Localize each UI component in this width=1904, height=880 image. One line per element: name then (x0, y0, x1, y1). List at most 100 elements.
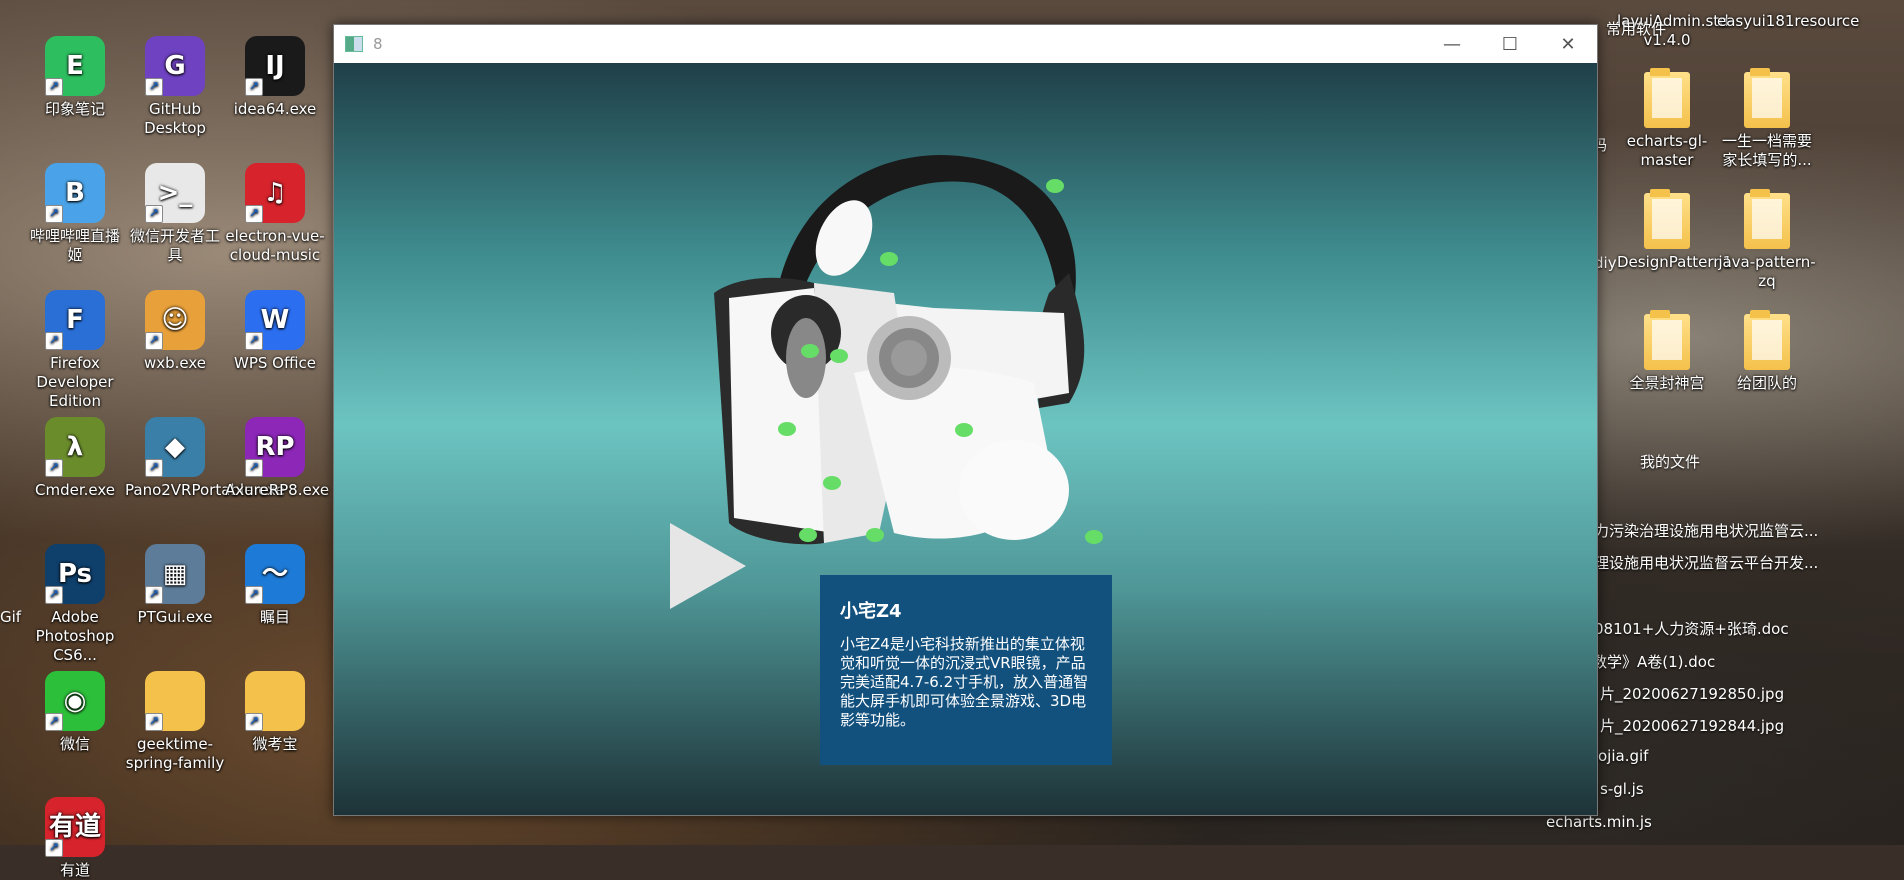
play-icon[interactable] (670, 523, 746, 609)
folder-icon: ↗ (145, 671, 205, 731)
desktop-icon-label: geektime-spring-family (125, 735, 225, 772)
shortcut-arrow-icon: ↗ (145, 205, 163, 223)
shortcut-arrow-icon: ↗ (245, 78, 263, 96)
file-list-item[interactable]: 理设施用电状况监督云平台开发... (1594, 552, 1818, 573)
hotspot-marker[interactable] (955, 423, 973, 437)
product-description: 小宅Z4是小宅科技新推出的集立体视觉和听觉一体的沉浸式VR眼镜，产品完美适配4.… (840, 635, 1089, 729)
desktop-icon[interactable]: ◆ ↗ Pano2VRPortable.exe (125, 417, 285, 500)
desktop-icon-label: AxureRP8.exe (225, 481, 330, 499)
file-list-item[interactable]: ojia.gif (1598, 747, 1648, 765)
hotspot-marker[interactable] (801, 344, 819, 358)
desktop-icon[interactable]: Ps ↗ Adobe Photoshop CS6... (25, 544, 125, 665)
desktop-icon[interactable]: F ↗ Firefox Developer Edition (25, 290, 125, 411)
desktop-icon[interactable]: 有道 ↗ 有道 (25, 797, 125, 880)
ptgui-icon: ▦ ↗ (145, 544, 205, 604)
desktop-icon[interactable]: ▦ ↗ PTGui.exe (125, 544, 225, 627)
file-list-item[interactable]: 08101+人力资源+张琦.doc (1594, 618, 1789, 639)
desktop-label-common[interactable]: 常用软件 (1606, 18, 1666, 39)
desktop-icon[interactable]: G ↗ GitHub Desktop (125, 36, 225, 138)
folder-icon (1744, 189, 1790, 249)
desktop-icon[interactable]: ↗ 微考宝 (225, 671, 325, 754)
minimize-button[interactable]: — (1423, 25, 1481, 63)
desktop-icon[interactable]: ♫ ↗ electron-vue-cloud-music (225, 163, 325, 265)
shortcut-arrow-icon: ↗ (145, 78, 163, 96)
shortcut-arrow-icon: ↗ (45, 713, 63, 731)
window-title: 8 (373, 35, 383, 53)
desktop-icon[interactable]: >_ ↗ 微信开发者工具 (125, 163, 225, 265)
desktop-label-my-files[interactable]: 我的文件 (1640, 451, 1700, 472)
wps-icon: W ↗ (245, 290, 305, 350)
desktop-icon[interactable]: ◉ ↗ 微信 (25, 671, 125, 754)
desktop-icon-label: 印象笔记 (44, 100, 105, 118)
wechat-icon: ◉ ↗ (45, 671, 105, 731)
desktop-icon-label: 瞩目 (259, 608, 290, 626)
pano2vr-icon: ◆ ↗ (145, 417, 205, 477)
product-info-panel: 小宅Z4 小宅Z4是小宅科技新推出的集立体视觉和听觉一体的沉浸式VR眼镜，产品完… (820, 575, 1112, 765)
desktop-icon[interactable]: λ ↗ Cmder.exe (25, 417, 125, 500)
file-list-item[interactable]: 片_20200627192850.jpg (1600, 683, 1784, 704)
hotspot-marker[interactable] (1085, 530, 1103, 544)
zhumu-icon: 〜 ↗ (245, 544, 305, 604)
axure-icon: RP ↗ (245, 417, 305, 477)
desktop-icon[interactable]: RP ↗ AxureRP8.exe (225, 417, 330, 500)
desktop-icon[interactable]: B ↗ 哔哩哔哩直播姬 (25, 163, 125, 265)
shortcut-arrow-icon: ↗ (145, 713, 163, 731)
maximize-button[interactable]: ☐ (1481, 25, 1539, 63)
intellij-icon: IJ ↗ (245, 36, 305, 96)
desktop-folder[interactable]: 一生一档需要家长填写的... (1717, 68, 1817, 170)
desktop-icon-label: wxb.exe (143, 354, 207, 372)
desktop-folder-label: easyui181resource (1717, 12, 1860, 30)
wechat-devtools-icon: >_ ↗ (145, 163, 205, 223)
vr-viewer-window: 8 — ☐ ✕ 小宅Z4 小宅Z4是小宅科技新推出的集立体视觉和听觉一体的沉浸式… (333, 24, 1598, 816)
shortcut-arrow-icon: ↗ (245, 713, 263, 731)
desktop-folder[interactable]: echarts-gl-master (1617, 68, 1717, 170)
desktop-icon-label: Firefox Developer Edition (36, 354, 114, 410)
desktop-label-gif[interactable]: Gif (0, 608, 21, 626)
desktop-icon[interactable]: 〜 ↗ 瞩目 (225, 544, 325, 627)
file-list-item[interactable]: 数学》A卷(1).doc (1592, 651, 1715, 672)
desktop-folder[interactable]: java-pattern-zq (1717, 189, 1817, 291)
close-button[interactable]: ✕ (1539, 25, 1597, 63)
desktop-icon-label: Cmder.exe (34, 481, 115, 499)
shortcut-arrow-icon: ↗ (45, 205, 63, 223)
desktop-icon[interactable]: ☺ ↗ wxb.exe (125, 290, 225, 373)
chrome-doc-icon: ↗ (245, 671, 305, 731)
3d-scene[interactable]: 小宅Z4 小宅Z4是小宅科技新推出的集立体视觉和听觉一体的沉浸式VR眼镜，产品完… (334, 63, 1597, 815)
product-title: 小宅Z4 (840, 601, 902, 622)
desktop-icon[interactable]: W ↗ WPS Office (225, 290, 325, 373)
desktop-folder-label: 给团队的 (1736, 374, 1797, 392)
folder-icon (1644, 310, 1690, 370)
desktop-icon[interactable]: IJ ↗ idea64.exe (225, 36, 325, 119)
shortcut-arrow-icon: ↗ (245, 459, 263, 477)
hotspot-marker[interactable] (1046, 179, 1064, 193)
desktop-icon[interactable]: ↗ geektime-spring-family (125, 671, 225, 773)
hotspot-marker[interactable] (880, 252, 898, 266)
desktop-folder-label: java-pattern-zq (1718, 253, 1816, 290)
window-titlebar[interactable]: 8 — ☐ ✕ (334, 25, 1597, 63)
shortcut-arrow-icon: ↗ (245, 205, 263, 223)
shortcut-arrow-icon: ↗ (145, 586, 163, 604)
hotspot-marker[interactable] (799, 528, 817, 542)
desktop-icon-label: GitHub Desktop (144, 100, 206, 137)
desktop-folder[interactable]: DesignPattern1 (1617, 189, 1732, 272)
hotspot-marker[interactable] (823, 476, 841, 490)
shortcut-arrow-icon: ↗ (245, 332, 263, 350)
desktop-folder[interactable]: easyui181resource (1717, 12, 1860, 31)
folder-icon (1644, 189, 1690, 249)
desktop-icon[interactable]: E ↗ 印象笔记 (25, 36, 125, 119)
desktop-folder[interactable]: 给团队的 (1717, 310, 1817, 393)
file-list-item[interactable]: 力污染治理设施用电状况监管云... (1594, 520, 1818, 541)
youdao-icon: 有道 ↗ (45, 797, 105, 857)
monkey-icon: ☺ ↗ (145, 290, 205, 350)
desktop-icon-label: Pano2VRPortable.exe (125, 481, 285, 499)
desktop-folder[interactable]: 全景封神宫 (1617, 310, 1717, 393)
hotspot-marker[interactable] (778, 422, 796, 436)
netease-music-icon: ♫ ↗ (245, 163, 305, 223)
shortcut-arrow-icon: ↗ (145, 332, 163, 350)
hotspot-marker[interactable] (830, 349, 848, 363)
eye-pad-inner (786, 318, 826, 398)
shortcut-arrow-icon: ↗ (45, 332, 63, 350)
file-list-item[interactable]: s-gl.js (1600, 780, 1644, 798)
hotspot-marker[interactable] (866, 528, 884, 542)
file-list-item[interactable]: 片_20200627192844.jpg (1600, 715, 1784, 736)
